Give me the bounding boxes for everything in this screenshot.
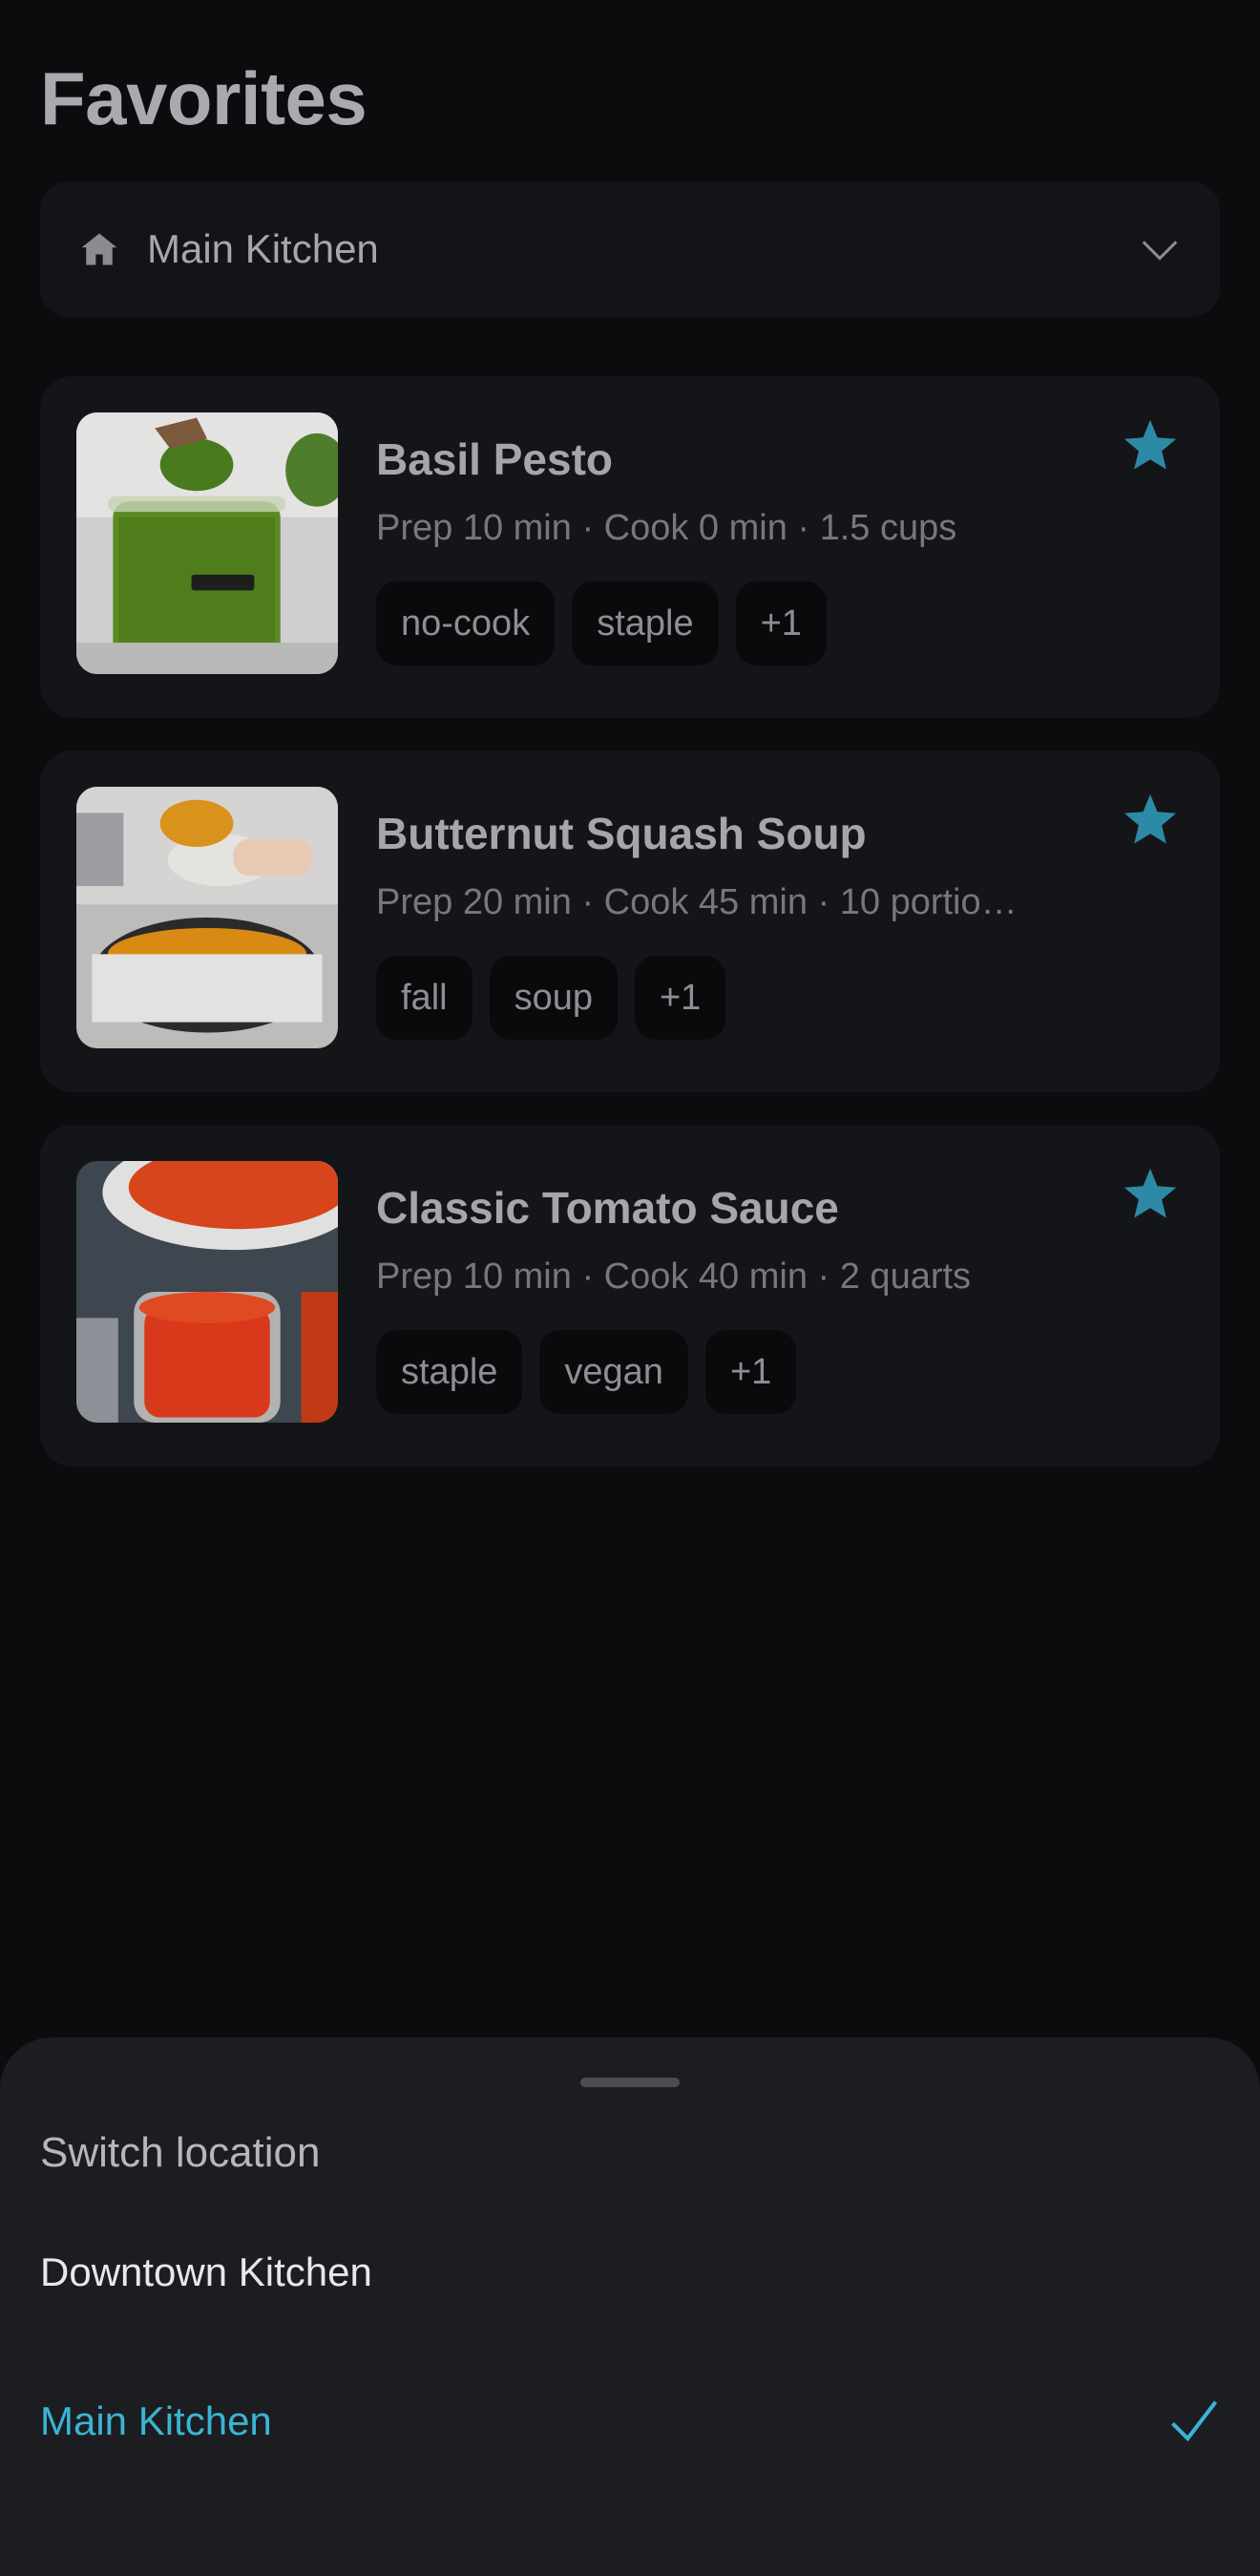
recipe-title: Butternut Squash Soup	[376, 809, 867, 858]
tag-chip: +1	[704, 1330, 797, 1414]
switch-location-sheet: Switch location Downtown Kitchen Main Ki…	[0, 2038, 1260, 2576]
home-icon	[81, 233, 117, 265]
tag-chip: vegan	[539, 1330, 688, 1414]
recipe-meta: Prep 20 min · Cook 45 min · 10 portio…	[376, 882, 1018, 922]
tomato-sauce-photo	[76, 1161, 338, 1423]
recipe-card-basil-pesto[interactable]: Basil Pesto Prep 10 min · Cook 0 min · 1…	[40, 376, 1220, 718]
tag-chip: staple	[572, 581, 719, 665]
tag-list: no-cook staple +1	[376, 581, 827, 665]
location-selector[interactable]: Main Kitchen	[40, 181, 1220, 317]
favorite-star-icon[interactable]	[1121, 416, 1180, 475]
tag-chip: soup	[489, 956, 618, 1040]
tag-chip: +1	[735, 581, 827, 665]
tag-chip: staple	[376, 1330, 523, 1414]
location-option-label: Main Kitchen	[40, 2398, 272, 2443]
recipe-title: Classic Tomato Sauce	[376, 1183, 839, 1233]
chevron-down-icon	[1142, 241, 1178, 261]
recipe-title: Basil Pesto	[376, 434, 613, 484]
recipe-card-butternut-squash-soup[interactable]: Butternut Squash Soup Prep 20 min · Cook…	[40, 750, 1220, 1092]
tag-list: staple vegan +1	[376, 1330, 797, 1414]
page-title: Favorites	[40, 56, 368, 140]
favorite-star-icon[interactable]	[1121, 1165, 1180, 1224]
sheet-grabber[interactable]	[580, 2078, 680, 2087]
tag-chip: +1	[634, 956, 726, 1040]
tag-chip: no-cook	[376, 581, 556, 665]
recipe-card-classic-tomato-sauce[interactable]: Classic Tomato Sauce Prep 10 min · Cook …	[40, 1125, 1220, 1467]
pesto-jar-photo	[76, 412, 338, 674]
checkmark-icon	[1171, 2400, 1218, 2442]
recipe-meta: Prep 10 min · Cook 0 min · 1.5 cups	[376, 508, 957, 548]
location-option-label: Downtown Kitchen	[40, 2249, 372, 2294]
location-selector-label: Main Kitchen	[147, 226, 379, 271]
squash-soup-photo	[76, 787, 338, 1048]
location-option-main-kitchen[interactable]: Main Kitchen	[0, 2354, 1260, 2488]
favorite-star-icon[interactable]	[1121, 791, 1180, 850]
recipe-meta: Prep 10 min · Cook 40 min · 2 quarts	[376, 1256, 972, 1297]
sheet-title: Switch location	[40, 2129, 321, 2176]
location-option-downtown-kitchen[interactable]: Downtown Kitchen	[0, 2206, 1260, 2339]
tag-chip: fall	[376, 956, 472, 1040]
tag-list: fall soup +1	[376, 956, 726, 1040]
